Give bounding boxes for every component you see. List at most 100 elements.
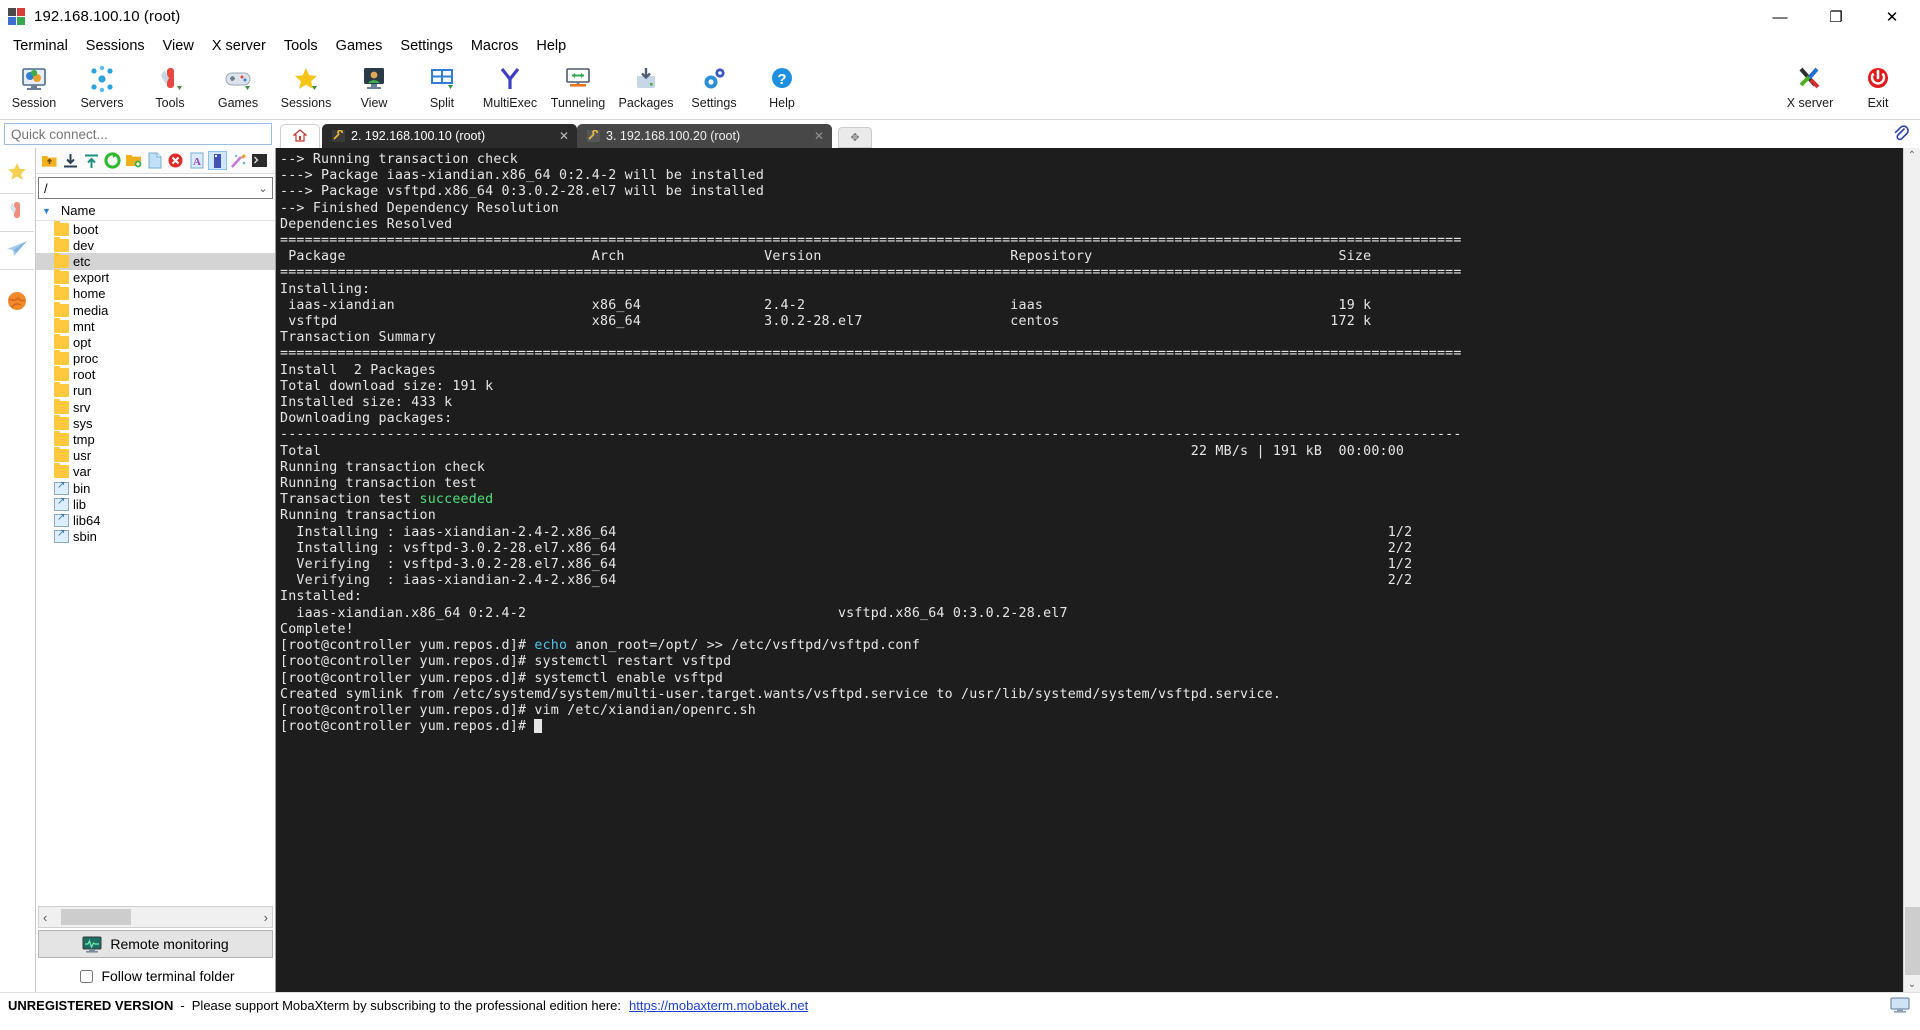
file-row-boot[interactable]: boot [36,221,275,237]
tab-session-1-close-icon[interactable]: ✕ [559,129,569,143]
file-row-var[interactable]: var [36,463,275,480]
terminal-vscrollbar[interactable]: ⌃ ⌄ [1903,148,1920,992]
chevron-down-icon[interactable]: ⌄ [254,182,272,195]
vscroll-track[interactable] [1904,161,1920,979]
file-row-proc[interactable]: proc [36,350,275,367]
hscroll-thumb[interactable] [61,909,131,925]
close-button[interactable]: ✕ [1864,0,1920,34]
toolbar-tunneling-button[interactable]: Tunneling [544,61,612,110]
menu-games[interactable]: Games [327,36,392,56]
menu-terminal[interactable]: Terminal [4,36,77,56]
file-list[interactable]: boot dev etc export home media mnt opt proc root r… [36,221,275,906]
toolbar-session-button[interactable]: Session [0,61,68,110]
toolbar-servers-button[interactable]: Servers [68,61,136,110]
window-title: 192.168.100.10 (root) [34,8,181,25]
terminal-output[interactable]: --> Running transaction check ---> Packag… [276,148,1903,992]
toolbar-packages-label: Packages [618,96,674,110]
file-row-home[interactable]: home [36,285,275,302]
text-mode-icon[interactable]: A [187,151,206,170]
file-row-run[interactable]: run [36,382,275,399]
delete-icon[interactable] [166,151,185,170]
vscroll-thumb[interactable] [1904,907,1920,975]
toolbar-packages-button[interactable]: Packages [612,61,680,110]
symlink-icon [54,480,69,495]
terminal-icon[interactable] [250,151,269,170]
main-toolbar: Session Servers Tools Games Sessions Vie… [0,58,1920,120]
file-list-hscrollbar[interactable]: ‹ › [38,906,273,928]
file-row-srv[interactable]: srv [36,398,275,415]
toolbar-view-button[interactable]: View [340,61,408,110]
minimize-button[interactable]: — [1752,0,1808,34]
menu-settings[interactable]: Settings [391,36,461,56]
rail-tools-button[interactable] [0,194,34,232]
menu-macros[interactable]: Macros [462,36,528,56]
file-row-sys[interactable]: sys [36,414,275,431]
menu-tools[interactable]: Tools [275,36,327,56]
file-row-export[interactable]: export [36,269,275,286]
file-row-etc[interactable]: etc [36,252,275,270]
tab-session-1[interactable]: 2. 192.168.100.10 (root) ✕ [322,124,577,148]
toolbar-settings-button[interactable]: Settings [680,61,748,110]
toolbar-sessions-button[interactable]: Sessions [272,61,340,110]
new-tab-button[interactable]: ✥ [838,127,872,148]
toolbar-exit-button[interactable]: Exit [1844,61,1912,110]
scroll-up-icon[interactable]: ⌃ [1908,150,1916,161]
terminal-column: --> Running transaction check ---> Packag… [276,148,1920,992]
file-row-sbin[interactable]: sbin [36,528,275,545]
scroll-down-icon[interactable]: ⌄ [1908,979,1916,990]
quick-connect-input[interactable] [4,123,272,145]
wizard-icon[interactable] [229,151,248,170]
split-icon [427,64,457,94]
menu-xserver[interactable]: X server [203,36,275,56]
toolbar-split-button[interactable]: Split [408,61,476,110]
file-row-bin[interactable]: bin [36,480,275,496]
toolbar-multiexec-button[interactable]: MultiExec [476,61,544,110]
terminal-text: vsftpd x86_64 3.0.2-28.el7 centos 172 k [280,314,1372,330]
file-list-header[interactable]: ▼ Name [36,201,275,221]
binary-mode-icon[interactable] [208,151,227,170]
new-file-icon[interactable] [145,151,164,170]
window-controls: — ❐ ✕ [1752,0,1920,34]
file-row-tmp[interactable]: tmp [36,431,275,447]
sftp-path-field[interactable]: / ⌄ [38,177,273,199]
follow-terminal-folder-row[interactable]: Follow terminal folder [36,960,275,992]
terminal-line: ========================================… [280,233,1903,249]
attachment-clip-icon[interactable] [1892,124,1910,147]
download-icon[interactable] [61,151,80,170]
toolbar-games-button[interactable]: Games [204,61,272,110]
menu-help[interactable]: Help [527,36,575,56]
toolbar-xserver-button[interactable]: X server [1776,61,1844,110]
menu-sessions[interactable]: Sessions [77,36,154,56]
mobaxterm-link[interactable]: https://mobaxterm.mobatek.net [629,998,808,1013]
symlink-icon [54,496,69,511]
toolbar-tools-button[interactable]: Tools [136,61,204,110]
file-row-opt[interactable]: opt [36,333,275,350]
refresh-icon[interactable] [103,151,122,170]
tab-session-2-close-icon[interactable]: ✕ [814,129,824,143]
terminal-line: --> Finished Dependency Resolution [280,201,1903,217]
upload-icon[interactable] [82,151,101,170]
scroll-right-icon[interactable]: › [264,910,268,925]
parent-folder-icon[interactable] [40,151,59,170]
file-name-label: usr [73,448,92,464]
file-row-root[interactable]: root [36,366,275,383]
toolbar-help-button[interactable]: ? Help [748,61,816,110]
terminal-text: [root@controller yum.repos.d]# [280,719,535,735]
file-row-media[interactable]: media [36,301,275,318]
follow-terminal-folder-checkbox[interactable] [80,969,94,983]
new-folder-icon[interactable] [124,151,143,170]
home-tab[interactable] [280,124,320,148]
file-row-mnt[interactable]: mnt [36,317,275,334]
file-row-lib[interactable]: lib [36,496,275,512]
menu-view[interactable]: View [154,36,203,56]
rail-globe-button[interactable] [0,284,34,322]
maximize-button[interactable]: ❐ [1808,0,1864,34]
rail-favorites-button[interactable] [0,156,34,194]
file-row-usr[interactable]: usr [36,447,275,464]
tab-session-2[interactable]: 3. 192.168.100.20 (root) ✕ [577,124,832,148]
file-row-lib64[interactable]: lib64 [36,512,275,528]
scroll-left-icon[interactable]: ‹ [43,910,47,925]
rail-send-button[interactable] [0,232,34,270]
remote-monitoring-button[interactable]: Remote monitoring [38,930,273,958]
file-row-dev[interactable]: dev [36,236,275,253]
